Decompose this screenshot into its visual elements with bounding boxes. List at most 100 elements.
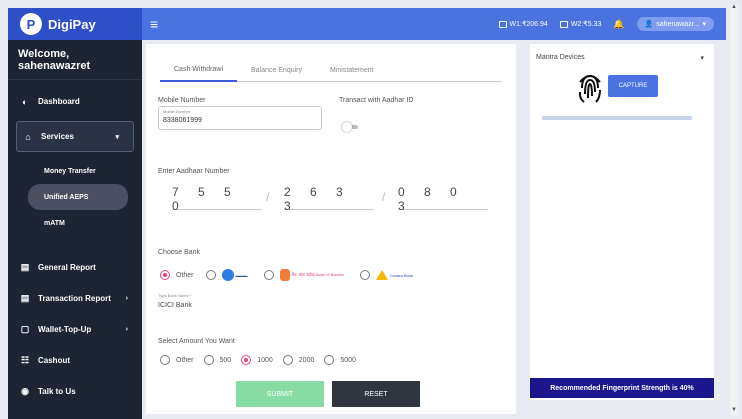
wallet-icon [559, 20, 568, 28]
dashboard-icon: ◐ [22, 96, 28, 107]
canara-logo: Canara Bank [375, 270, 413, 280]
mobile-mini-label: Mobile Number [163, 109, 191, 114]
subitem-matm[interactable]: mATM [28, 210, 128, 236]
amount-radio-2000[interactable] [282, 355, 293, 365]
bank-radio-icici[interactable] [205, 270, 216, 280]
bob-text: बैंक ऑफ़ बड़ौदा Bank of Baroda [291, 272, 344, 277]
device-panel: Mantra Devices ▾ CAPTURE [530, 44, 714, 400]
sidebar-item-label: Transaction Report [38, 294, 111, 303]
sidebar-item-talk-to-us[interactable]: ◉ Talk to Us [8, 376, 142, 407]
bob-logo: बैंक ऑफ़ बड़ौदा Bank of Baroda [279, 269, 344, 281]
amount-radio-5000[interactable] [324, 355, 335, 365]
page-scrollbar[interactable]: ▲ ▼ [730, 4, 738, 415]
transact-aadhar-toggle[interactable] [342, 122, 360, 132]
sidebar: Welcome, sahenawazret ◐ Dashboard ⌂ Serv… [8, 40, 142, 419]
sidebar-item-wallet-top-up[interactable]: ▢ Wallet-Top-Up › [8, 314, 142, 345]
choose-bank-label: Choose Bank [158, 249, 201, 256]
services-submenu: Money Transfer Unified AEPS mATM [8, 158, 142, 236]
canara-text: Canara Bank [389, 272, 413, 278]
chevron-right-icon: › [125, 295, 128, 302]
mobile-number-value: 8338061999 [163, 117, 202, 124]
sidebar-item-label: Cashout [38, 356, 70, 365]
tab-ministatement[interactable]: Ministatement [316, 58, 388, 82]
welcome-text: Welcome, sahenawazret [8, 40, 142, 80]
sidebar-item-transaction-report[interactable]: ▤ Transaction Report › [8, 283, 142, 314]
reset-button[interactable]: RESET [332, 381, 420, 407]
sidebar-item-cashout[interactable]: ☷ Cashout [8, 345, 142, 376]
fingerprint-strength-banner: Recommended Fingerprint Strength is 40% [530, 378, 714, 398]
sidebar-item-services[interactable]: ⌂ Services ▾ [16, 121, 134, 152]
amount-label-1000: 1000 [257, 356, 273, 364]
user-icon: 👤 [644, 21, 654, 28]
sidebar-item-label: General Report [38, 263, 96, 272]
chevron-down-icon: ▾ [702, 21, 706, 28]
support-icon: ◉ [21, 386, 29, 396]
scroll-down-icon[interactable]: ▼ [731, 407, 737, 413]
amount-options: Other 500 1000 2000 5000 [160, 355, 356, 365]
home-icon: ⌂ [25, 131, 31, 142]
bank-name-field[interactable]: ICICI Bank [158, 302, 192, 309]
bank-options: Other ▬▬▬ बैंक ऑफ़ बड़ौदा Bank of Baroda… [160, 269, 423, 281]
sidebar-item-label: Wallet-Top-Up [38, 325, 92, 334]
tab-cash-withdrawl[interactable]: Cash Withdrawl [160, 58, 238, 82]
tab-bar: Cash Withdrawl Balance Enquiry Ministate… [160, 58, 502, 82]
bank-radio-bob[interactable] [263, 270, 274, 280]
aadhaar-part-3[interactable]: 0 8 0 3 [398, 185, 488, 213]
wallet1-text: W1:₹206.94 [509, 21, 548, 28]
aadhaar-separator: / [382, 190, 386, 204]
brand-logo-icon: P [20, 13, 42, 35]
fingerprint-progress [542, 116, 692, 120]
bank-radio-canara[interactable] [359, 270, 370, 280]
fingerprint-icon [578, 74, 601, 103]
submit-button[interactable]: SUBMIT [236, 381, 324, 407]
wallet-icon [498, 20, 507, 28]
wallet-icon: ▢ [20, 324, 30, 334]
main-panel: Cash Withdrawl Balance Enquiry Ministate… [146, 44, 516, 414]
transact-aadhar-label: Transact with Aadhar ID [339, 97, 414, 104]
wallet2-balance[interactable]: W2:₹5.33 [559, 20, 602, 28]
subitem-money-transfer[interactable]: Money Transfer [28, 158, 128, 184]
sidebar-item-label: Talk to Us [38, 387, 76, 396]
user-menu[interactable]: 👤 sahenawazr... ▾ [636, 17, 714, 31]
amount-label-500: 500 [219, 356, 232, 364]
devices-select[interactable]: Mantra Devices [536, 54, 585, 61]
top-right-controls: W1:₹206.94 W2:₹5.33 🔔 👤 sahenawazr... ▾ [498, 17, 727, 31]
aadhaar-separator: / [266, 190, 270, 204]
type-bank-label: Type Bank Name * [158, 293, 192, 298]
bell-icon[interactable]: 🔔 [613, 19, 624, 30]
mobile-number-field[interactable]: Mobile Number 8338061999 [158, 106, 322, 130]
amount-label-5000: 5000 [340, 356, 356, 364]
chevron-right-icon: › [125, 326, 128, 333]
sidebar-item-dashboard[interactable]: ◐ Dashboard [8, 86, 142, 117]
aadhaar-label: Enter Aadhaar Number [158, 168, 230, 175]
chevron-down-icon: ▾ [115, 133, 119, 141]
aadhaar-part-2[interactable]: 2 6 3 3 [284, 185, 374, 213]
report-icon: ▤ [20, 262, 30, 272]
capture-button[interactable]: CAPTURE [608, 75, 658, 97]
sidebar-item-general-report[interactable]: ▤ General Report [8, 252, 142, 283]
report-icon: ▤ [20, 293, 30, 303]
bank-other-label: Other [176, 271, 194, 279]
brand[interactable]: P DigiPay [8, 8, 142, 40]
aadhaar-part-1[interactable]: 7 5 5 0 [172, 185, 262, 213]
tab-balance-enquiry[interactable]: Balance Enquiry [237, 58, 316, 82]
amount-label: Select Amount You Want [158, 338, 235, 345]
top-bar: P DigiPay ≡ W1:₹206.94 W2:₹5.33 🔔 👤 sahe… [8, 8, 726, 40]
subitem-unified-aeps[interactable]: Unified AEPS [28, 184, 128, 210]
menu-toggle-icon[interactable]: ≡ [150, 16, 158, 32]
amount-label-other: Other [176, 356, 194, 364]
wallet2-text: W2:₹5.33 [570, 21, 602, 28]
wallet1-balance[interactable]: W1:₹206.94 [498, 20, 548, 28]
fingerprint-progress-fill [542, 116, 692, 120]
bank-radio-other[interactable] [160, 270, 170, 280]
amount-radio-other[interactable] [160, 355, 170, 365]
amount-radio-1000[interactable] [241, 355, 252, 365]
scroll-up-icon[interactable]: ▲ [731, 4, 737, 10]
cashout-icon: ☷ [20, 355, 30, 365]
user-name: sahenawazr... [656, 20, 700, 28]
sidebar-item-label: Services [41, 132, 74, 141]
brand-name: DigiPay [48, 16, 96, 32]
caret-down-icon[interactable]: ▾ [700, 54, 704, 62]
amount-radio-500[interactable] [203, 355, 214, 365]
sidebar-item-label: Dashboard [38, 97, 80, 106]
